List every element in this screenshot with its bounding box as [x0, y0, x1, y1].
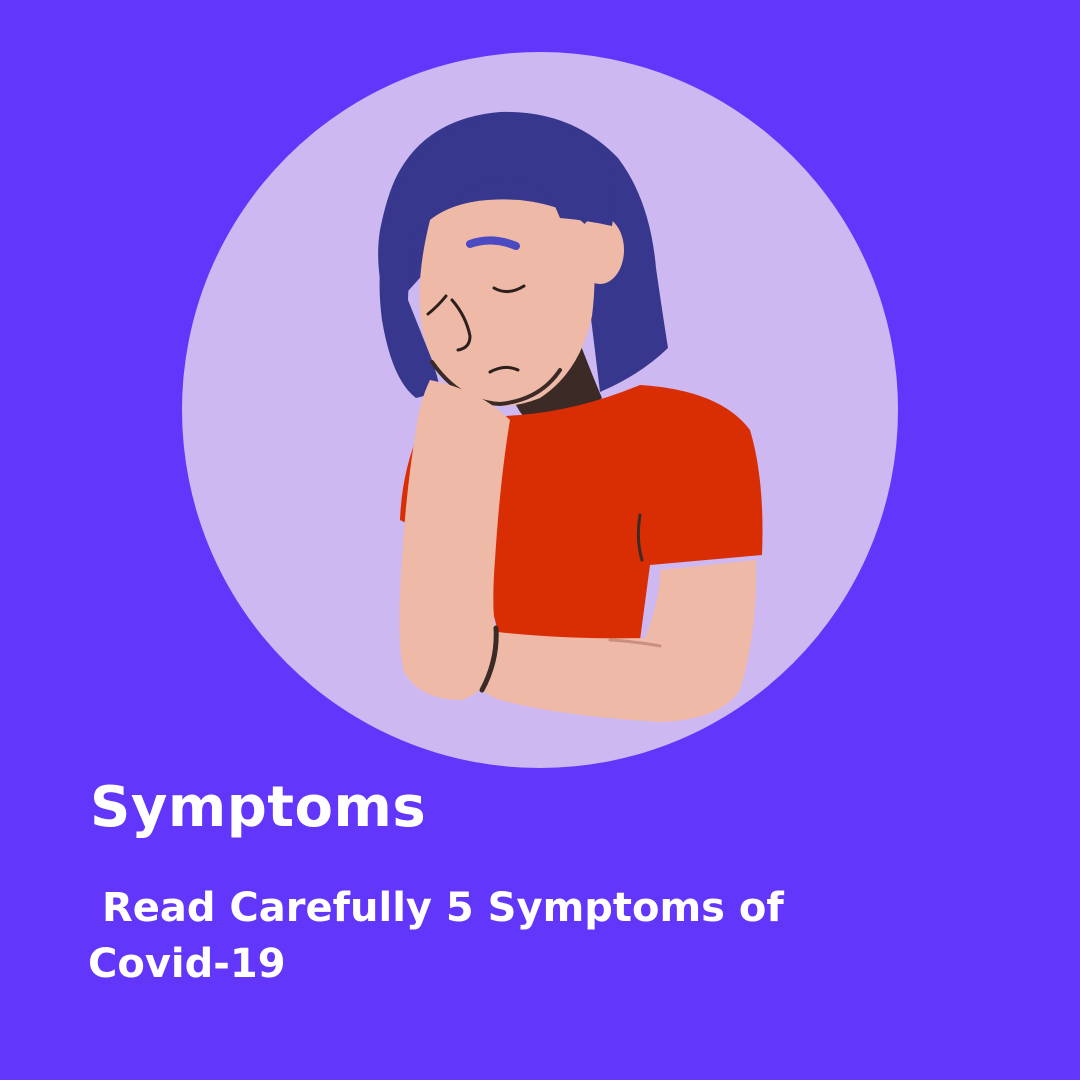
post-subtitle: Read Carefully 5 Symptoms of Covid-19	[88, 885, 784, 987]
post-canvas: Symptoms Read Carefully 5 Symptoms of Co…	[0, 0, 1080, 1080]
post-title: Symptoms	[90, 775, 427, 840]
ear	[576, 216, 624, 284]
tired-woman-illustration	[182, 52, 898, 768]
